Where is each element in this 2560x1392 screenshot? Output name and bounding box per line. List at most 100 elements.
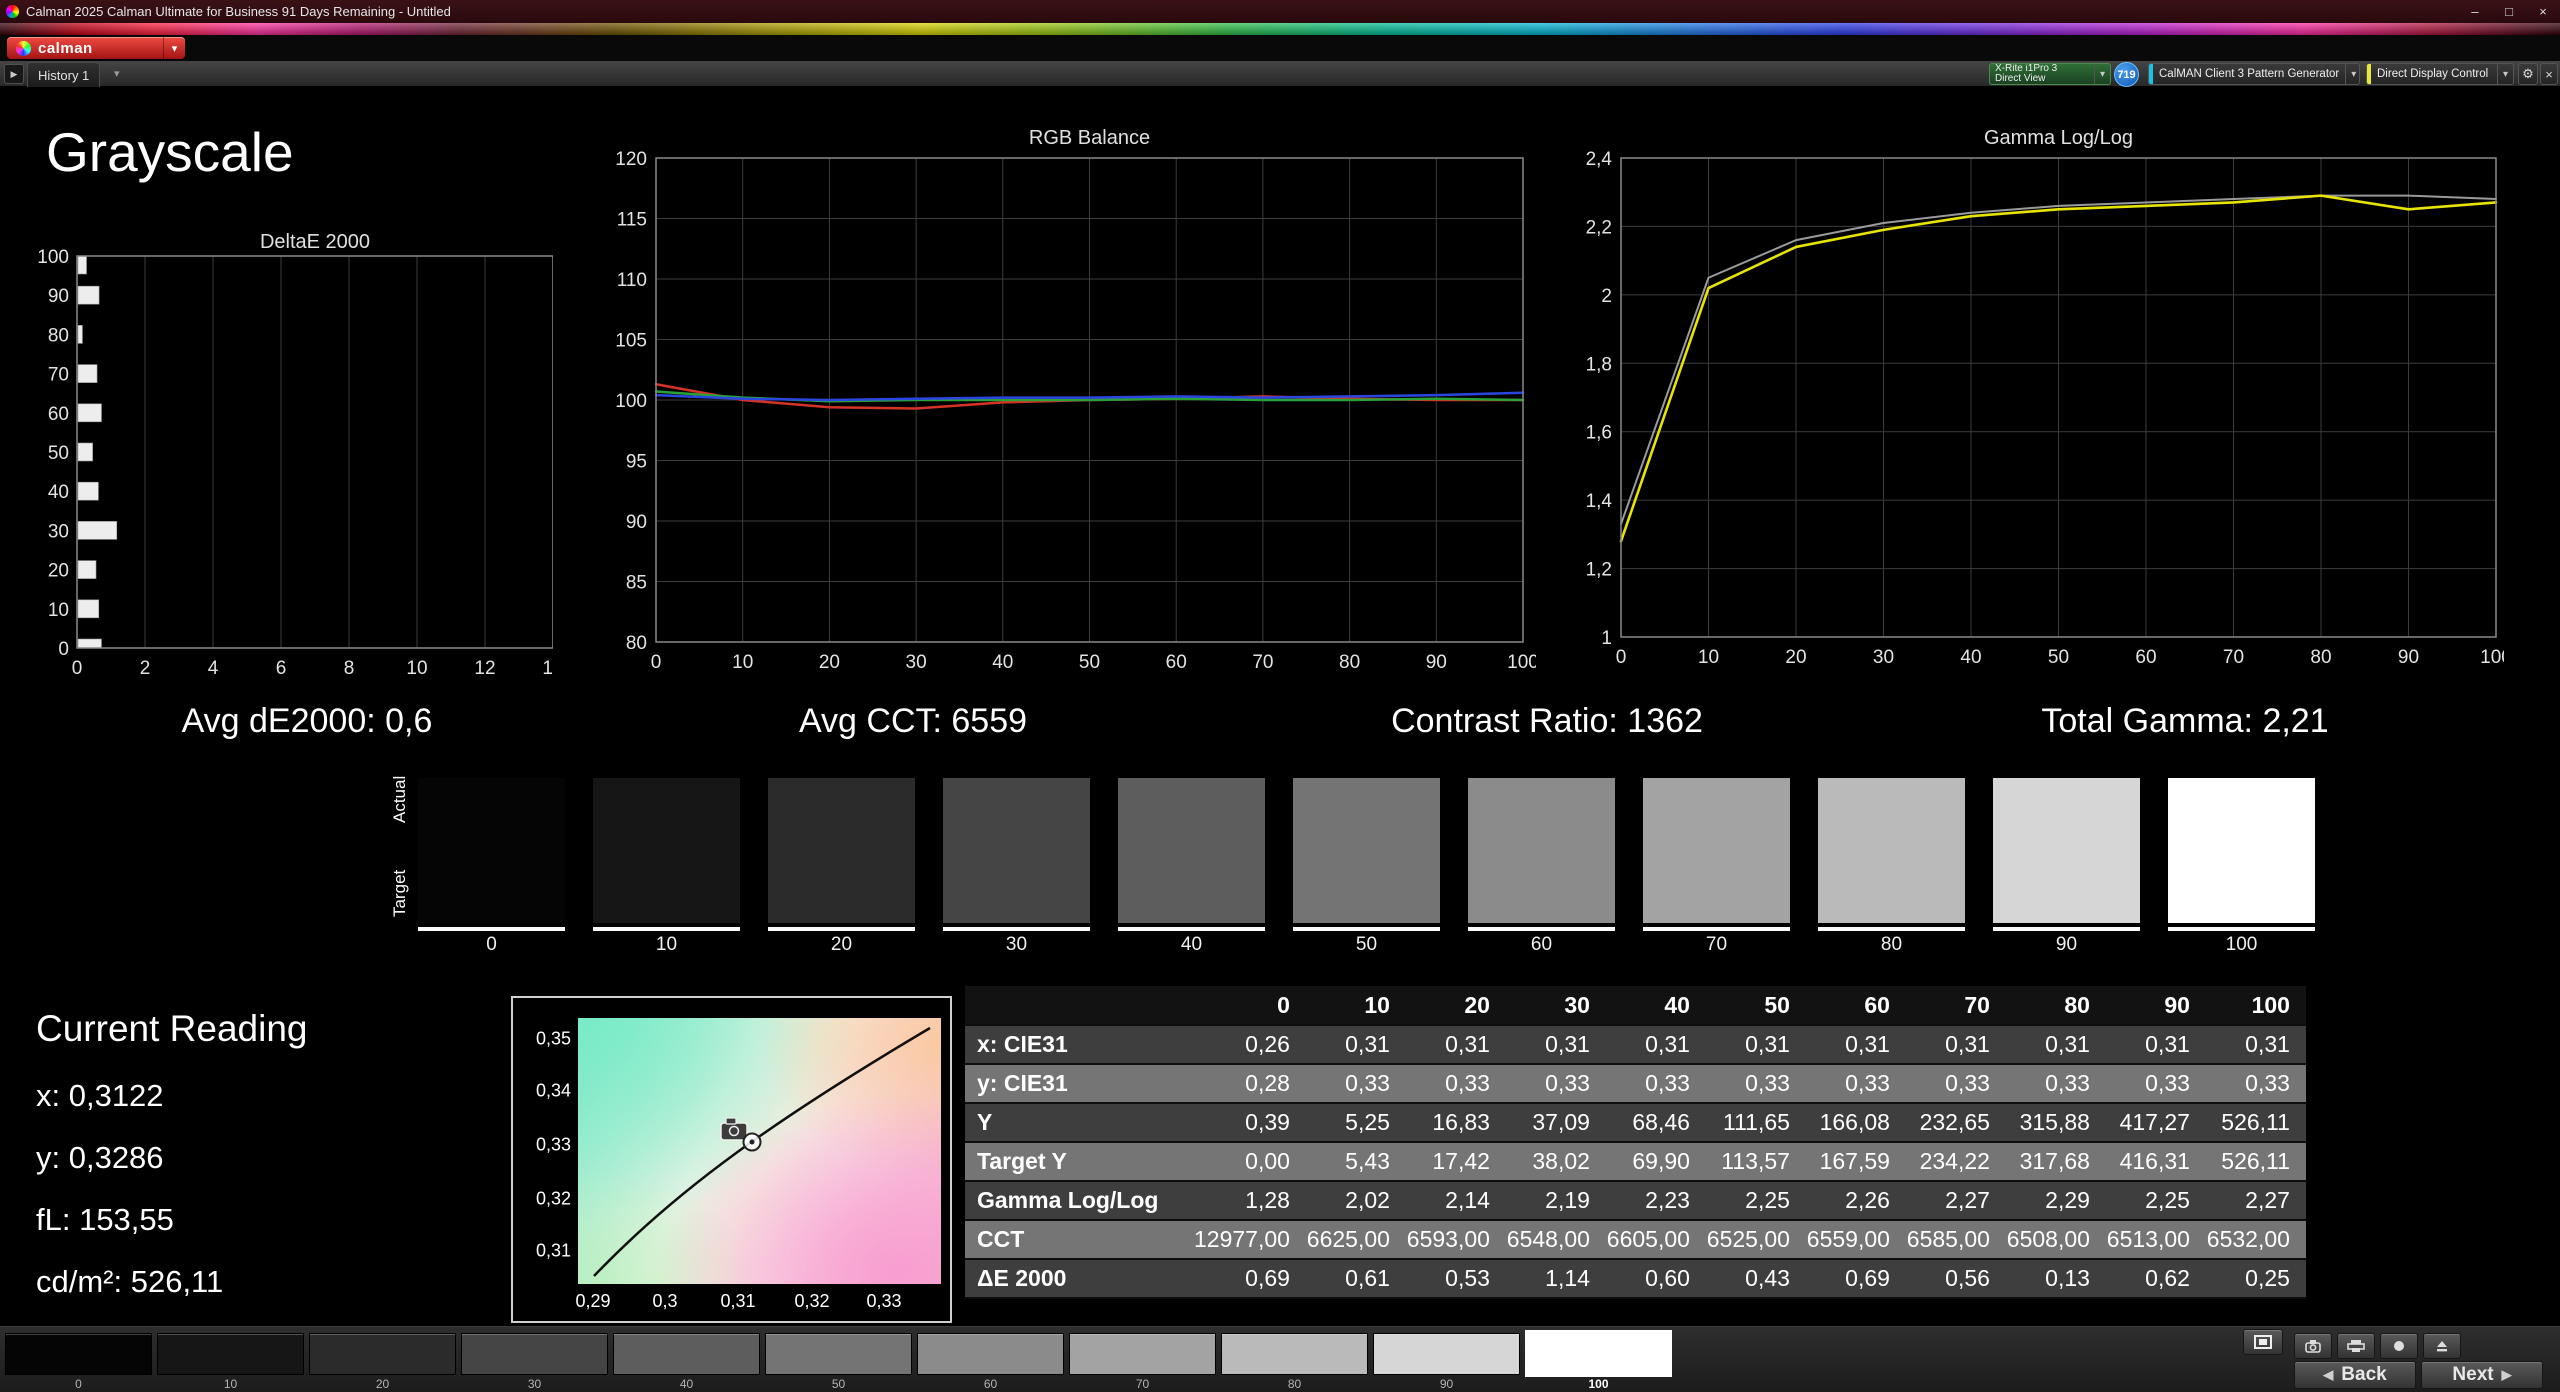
svg-text:100: 100 <box>2480 647 2504 668</box>
svg-text:30: 30 <box>906 652 927 673</box>
svg-text:60: 60 <box>48 404 69 425</box>
svg-text:50: 50 <box>48 443 69 464</box>
tab-history-1[interactable]: History 1 <box>27 62 100 87</box>
measure-button[interactable] <box>2294 1333 2332 1359</box>
svg-text:90: 90 <box>48 286 69 307</box>
swatch-level-label: 60 <box>1468 934 1615 956</box>
swatch-target-line <box>1468 927 1615 931</box>
blackbody-curve <box>594 1028 930 1276</box>
cie-y-tick: 0,34 <box>523 1081 571 1102</box>
swatch-level-label: 20 <box>768 934 915 956</box>
swatch-target-line <box>768 927 915 931</box>
rgb-balance-chart: 1201151101051009590858001020304050607080… <box>596 150 1536 695</box>
table-row: ΔE 20000,690,610,531,140,600,430,690,560… <box>965 1259 2306 1298</box>
window-icon <box>2254 1335 2272 1349</box>
chevron-down-icon: ▾ <box>2497 64 2513 84</box>
svg-text:8: 8 <box>344 658 355 679</box>
svg-text:80: 80 <box>626 633 647 654</box>
back-button[interactable]: ◀ Back <box>2294 1361 2416 1389</box>
pattern-patch[interactable] <box>1069 1333 1216 1375</box>
svg-text:20: 20 <box>819 652 840 673</box>
workflow-play-button[interactable]: ▶ <box>4 64 24 84</box>
svg-text:1: 1 <box>1601 628 1612 649</box>
logo-row: calman ▾ <box>0 35 2560 61</box>
capture-button[interactable] <box>2423 1333 2461 1359</box>
meter-device-button[interactable]: X-Rite i1Pro 3 Direct View ▾ <box>1989 63 2111 85</box>
pattern-patch[interactable] <box>1373 1333 1520 1375</box>
swatch-target-line <box>418 927 565 931</box>
svg-text:0: 0 <box>651 652 662 673</box>
svg-text:80: 80 <box>1339 652 1360 673</box>
svg-text:6: 6 <box>276 658 287 679</box>
svg-text:115: 115 <box>617 210 647 231</box>
gamma-chart-title: Gamma Log/Log <box>1621 127 2496 150</box>
pattern-generator-button[interactable]: CalMAN Client 3 Pattern Generator ▾ <box>2148 63 2360 85</box>
grayscale-swatch <box>1643 778 1790 923</box>
svg-text:4: 4 <box>208 658 219 679</box>
pattern-patch[interactable] <box>917 1333 1064 1375</box>
target-axis-label: Target <box>390 862 412 924</box>
meter-status-badge: 719 <box>2114 62 2139 87</box>
calman-menu-button[interactable]: calman ▾ <box>7 37 185 59</box>
svg-text:100: 100 <box>37 248 69 268</box>
swatch-level-label: 0 <box>418 934 565 956</box>
pattern-patch[interactable] <box>1221 1333 1368 1375</box>
minimize-button[interactable]: – <box>2458 4 2492 19</box>
pattern-patch[interactable] <box>5 1333 152 1375</box>
swatch-level-label: 50 <box>1293 934 1440 956</box>
rainbow-strip <box>0 23 2560 35</box>
svg-text:70: 70 <box>48 365 69 386</box>
next-button[interactable]: Next ▶ <box>2421 1361 2543 1389</box>
table-row: Gamma Log/Log1,282,022,142,192,232,252,2… <box>965 1181 2306 1220</box>
pattern-patch-label: 10 <box>157 1377 304 1391</box>
cie-y-tick: 0,31 <box>523 1241 571 1262</box>
navigation-cluster: ◀ Back Next ▶ <box>2240 1327 2560 1392</box>
display-control-button[interactable]: Direct Display Control ▾ <box>2366 63 2514 85</box>
svg-text:1,2: 1,2 <box>1586 560 1612 581</box>
svg-text:1,4: 1,4 <box>1586 491 1613 512</box>
app-window: Calman 2025 Calman Ultimate for Business… <box>0 0 2560 1392</box>
chevron-down-icon: ▾ <box>163 37 185 59</box>
pattern-patch[interactable] <box>461 1333 608 1375</box>
pattern-patch[interactable] <box>613 1333 760 1375</box>
svg-text:0: 0 <box>1616 647 1627 668</box>
contrast-ratio-stat: Contrast Ratio: 1362 <box>1391 702 1703 741</box>
record-icon <box>2392 1339 2406 1353</box>
svg-text:14: 14 <box>542 658 553 679</box>
pattern-patch[interactable] <box>1525 1330 1672 1377</box>
swatch-target-line <box>1993 927 2140 931</box>
svg-text:70: 70 <box>1252 652 1273 673</box>
svg-text:80: 80 <box>48 325 69 346</box>
tab-overflow-button[interactable]: ▾ <box>114 67 120 80</box>
pattern-patch[interactable] <box>765 1333 912 1375</box>
svg-text:1,8: 1,8 <box>1586 354 1612 375</box>
maximize-button[interactable]: □ <box>2492 4 2526 19</box>
pattern-patch[interactable] <box>157 1333 304 1375</box>
settings-gear-button[interactable]: ⚙ <box>2518 63 2538 85</box>
swatch-level-label: 40 <box>1118 934 1265 956</box>
disconnect-button[interactable]: × <box>2540 63 2558 85</box>
swatch-level-label: 90 <box>1993 934 2140 956</box>
pattern-window-button[interactable] <box>2243 1329 2283 1355</box>
pattern-patch[interactable] <box>309 1333 456 1375</box>
table-row: x: CIE310,260,310,310,310,310,310,310,31… <box>965 1025 2306 1064</box>
print-button[interactable] <box>2337 1333 2375 1359</box>
pattern-patch-label: 50 <box>765 1377 912 1391</box>
record-button[interactable] <box>2380 1333 2418 1359</box>
svg-text:105: 105 <box>615 331 647 352</box>
reading-fl: fL: 153,55 <box>36 1202 174 1238</box>
svg-text:10: 10 <box>1698 647 1719 668</box>
pattern-patch-label: 40 <box>613 1377 760 1391</box>
grayscale-swatch <box>418 778 565 923</box>
svg-text:40: 40 <box>48 482 69 503</box>
cie-x-tick: 0,33 <box>866 1291 901 1312</box>
svg-text:120: 120 <box>615 150 647 170</box>
title-bar: Calman 2025 Calman Ultimate for Business… <box>0 0 2560 23</box>
reading-cdm2: cd/m²: 526,11 <box>36 1264 223 1300</box>
close-button[interactable]: × <box>2526 4 2560 19</box>
pattern-patch-label: 0 <box>5 1377 152 1391</box>
grayscale-data-table: 0102030405060708090100x: CIE310,260,310,… <box>965 986 2306 1299</box>
pattern-patch-label: 70 <box>1069 1377 1216 1391</box>
chevron-down-icon: ▾ <box>2345 64 2360 84</box>
svg-text:10: 10 <box>406 658 427 679</box>
